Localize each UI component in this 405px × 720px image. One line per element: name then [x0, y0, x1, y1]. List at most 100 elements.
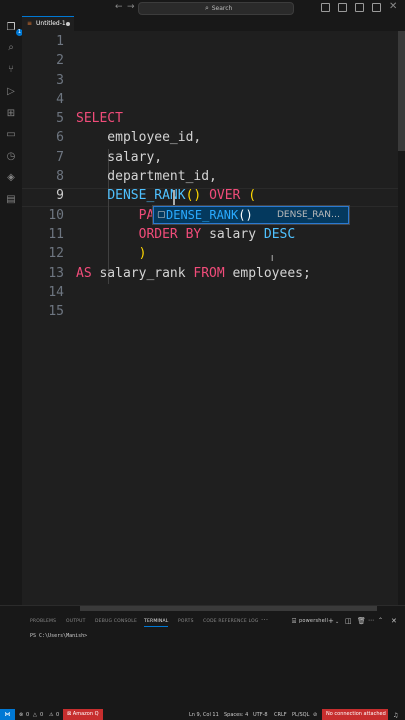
cursor-position[interactable]: Ln 9, Col 11: [189, 712, 219, 718]
tab-output[interactable]: OUTPUT: [66, 619, 86, 624]
tab-problems[interactable]: PROBLEMS: [30, 619, 56, 624]
line-number: 11: [48, 227, 64, 242]
toggle-panel-icon[interactable]: [338, 3, 347, 12]
docker-icon[interactable]: ◈: [4, 170, 18, 184]
terminal-icon: ⌸: [292, 617, 297, 625]
testing-icon[interactable]: ◷: [4, 149, 18, 163]
bell-icon[interactable]: ♫: [393, 712, 398, 719]
code-line-12: ): [76, 246, 147, 261]
code-line-13: AS salary_rank FROM employees;: [76, 266, 311, 281]
maximize-panel-icon[interactable]: ⌃: [378, 617, 383, 624]
database-icon[interactable]: ▤: [4, 192, 18, 206]
line-number: 12: [48, 246, 64, 261]
chevron-down-icon[interactable]: ⌄: [335, 619, 339, 625]
explorer-icon[interactable]: ❐ 1: [4, 20, 23, 36]
sql-file-icon: ≡: [27, 20, 33, 27]
toggle-secondary-sidebar-icon[interactable]: [355, 3, 364, 12]
more-actions-icon[interactable]: ⋯: [368, 617, 374, 624]
indentation[interactable]: Spaces: 4: [224, 712, 248, 718]
amazon-q-status[interactable]: ⊠ Amazon Q: [63, 709, 103, 720]
new-terminal-icon[interactable]: +: [328, 617, 334, 625]
extensions-icon[interactable]: ⊞: [4, 106, 18, 120]
code-line-10: PA: [76, 208, 155, 223]
db-connection-status[interactable]: No connection attached: [322, 709, 388, 720]
amazon-q-label: Amazon Q: [72, 711, 99, 717]
code-line-11: ORDER BY salary DESC: [76, 227, 296, 242]
warnings-icon[interactable]: △: [33, 712, 37, 718]
token-table: employees;: [232, 266, 311, 281]
remote-indicator-icon[interactable]: ⋈: [0, 709, 15, 720]
end-of-line[interactable]: CRLF: [274, 712, 287, 718]
code-line-5: SELECT: [76, 111, 123, 126]
tab-code-reference-log[interactable]: CODE REFERENCE LOG: [203, 619, 259, 624]
source-control-icon[interactable]: ⑂: [4, 62, 18, 76]
run-debug-icon[interactable]: ▷: [4, 84, 18, 98]
editor-scrollbar-thumb[interactable]: [398, 31, 405, 151]
token-alias: salary_rank: [99, 266, 186, 281]
forward-button[interactable]: →: [127, 2, 135, 12]
unsaved-dot-icon[interactable]: [66, 22, 70, 26]
status-bar: ⋈ ⊗ 0 △ 0 ⚠ 0 ⊠ Amazon Q Ln 9, Col 11 Sp…: [0, 709, 405, 720]
info-count[interactable]: 0: [56, 712, 59, 718]
search-icon: ⌕: [205, 4, 209, 12]
line-number: 1: [56, 34, 64, 49]
errors-icon[interactable]: ⊗: [19, 712, 23, 718]
autocomplete-widget[interactable]: ▢ DENSE_RANK() DENSE_RAN…: [152, 205, 350, 225]
editor-tab-bar: ≡ Untitled-1: [22, 16, 405, 31]
close-panel-icon[interactable]: ✕: [391, 617, 397, 625]
suggestion-label: DENSE_RANK(): [166, 208, 253, 222]
line-number: 4: [56, 92, 64, 107]
token-salary: salary: [209, 227, 257, 242]
customize-layout-icon[interactable]: [372, 3, 381, 12]
warning-count[interactable]: 0: [40, 712, 43, 718]
toggle-sidebar-icon[interactable]: [321, 3, 330, 12]
text-cursor: [173, 190, 175, 205]
code-editor[interactable]: 1 2 3 4 5 6 7 8 9 10 11 12 13 14 15 SELE…: [22, 31, 405, 611]
suggestion-detail: DENSE_RAN…: [277, 210, 341, 220]
terminal-shell-label[interactable]: powershell: [299, 618, 328, 624]
line-number-current: 9: [56, 188, 64, 203]
tab-ports[interactable]: PORTS: [178, 619, 194, 624]
terminal-prompt[interactable]: PS C:\Users\Manish>: [30, 633, 87, 639]
token-parens: (): [185, 188, 202, 203]
tab-debug-console[interactable]: DEBUG CONSOLE: [95, 619, 137, 624]
line-number: 2: [56, 53, 64, 68]
tab-untitled-1[interactable]: ≡ Untitled-1: [22, 16, 74, 31]
line-number: 6: [56, 130, 64, 145]
code-line-7: salary,: [76, 150, 163, 165]
close-window-icon[interactable]: ✕: [389, 1, 397, 12]
line-number: 8: [56, 169, 64, 184]
line-number: 3: [56, 73, 64, 88]
tab-title: Untitled-1: [36, 20, 66, 27]
notification-bell-icon[interactable]: ⊘: [313, 712, 317, 718]
line-number: 14: [48, 285, 64, 300]
function-cube-icon: ▢: [157, 210, 166, 220]
line-number: 13: [48, 266, 64, 281]
search-icon[interactable]: ⌕: [4, 40, 18, 54]
token-open-paren: (: [248, 188, 257, 203]
remote-explorer-icon[interactable]: ▭: [4, 127, 18, 141]
line-number: 10: [48, 208, 64, 223]
title-bar: ← → ⌕ Search ✕: [0, 0, 405, 16]
token-over: OVER: [209, 188, 241, 203]
tab-terminal[interactable]: TERMINAL: [144, 619, 169, 627]
code-line-8: department_id,: [76, 169, 217, 184]
line-number: 7: [56, 150, 64, 165]
line-number: 15: [48, 304, 64, 319]
info-icon[interactable]: ⚠: [49, 712, 53, 718]
suggestion-item-dense-rank[interactable]: ▢ DENSE_RANK() DENSE_RAN…: [153, 206, 349, 224]
trash-icon[interactable]: 🗑︎: [357, 617, 366, 625]
language-mode[interactable]: PL/SQL: [292, 712, 309, 718]
suggestion-rest: (): [238, 208, 253, 222]
command-center-search[interactable]: ⌕ Search: [138, 2, 294, 15]
encoding[interactable]: UTF-8: [253, 712, 268, 718]
panel-more-button[interactable]: ···: [261, 616, 268, 624]
line-number: 5: [56, 111, 64, 126]
back-button[interactable]: ←: [115, 2, 123, 12]
error-count[interactable]: 0: [26, 712, 29, 718]
token-desc: DESC: [263, 227, 296, 242]
split-terminal-icon[interactable]: ◫: [345, 617, 352, 625]
token-order-by: ORDER BY: [138, 227, 202, 242]
panel-scrollbar[interactable]: [80, 606, 377, 611]
code-line-9: DENSE_RANK() OVER (: [76, 188, 256, 203]
